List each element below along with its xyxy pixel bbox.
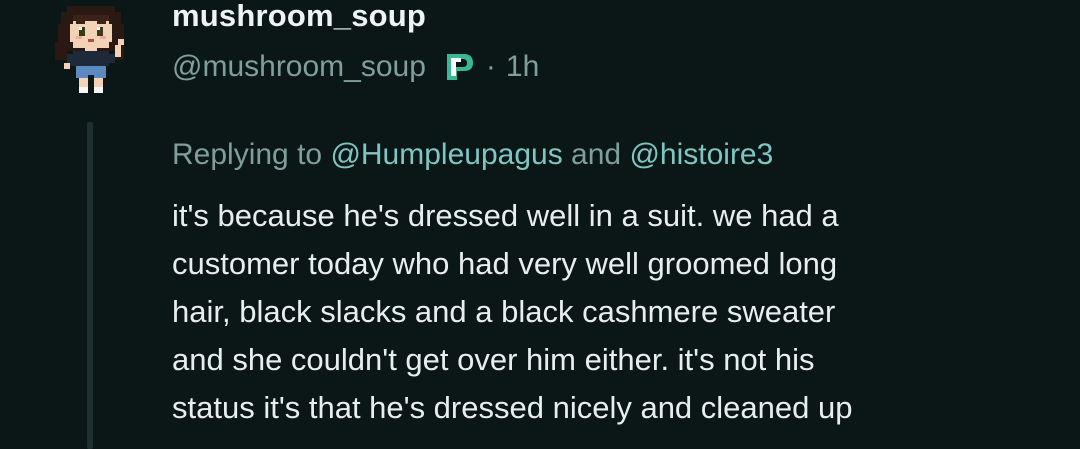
user-handle[interactable]: @mushroom_soup	[172, 50, 426, 84]
avatar[interactable]	[46, 0, 136, 96]
post-timestamp[interactable]: 1h	[506, 50, 539, 84]
pixel-art-avatar-icon	[55, 6, 124, 93]
post-body-line: it's because he's dressed well in a suit…	[172, 198, 839, 233]
post-body-line: customer today who had very well groomed…	[172, 246, 838, 281]
post-body-text: it's because he's dressed well in a suit…	[172, 192, 1052, 432]
mention-link-histoire3[interactable]: @histoire3	[629, 138, 773, 171]
replying-conjunction: and	[571, 138, 622, 171]
patreon-p-badge-icon	[442, 50, 476, 84]
display-name[interactable]: mushroom_soup	[172, 0, 426, 34]
meta-separator: ·	[485, 50, 496, 83]
thread-line	[87, 122, 93, 449]
post-meta: @mushroom_soup · 1h	[172, 47, 539, 87]
post-body-line: status it's that he's dressed nicely and…	[172, 390, 853, 425]
replying-prefix: Replying to	[172, 138, 323, 171]
post-body-line: and she couldn't get over him either. it…	[172, 342, 815, 377]
mention-link-humpleupagus[interactable]: @Humpleupagus	[330, 138, 562, 171]
post-body-line: hair, black slacks and a black cashmere …	[172, 294, 836, 329]
replying-to-line: Replying to @Humpleupagus and @histoire3	[172, 138, 773, 172]
